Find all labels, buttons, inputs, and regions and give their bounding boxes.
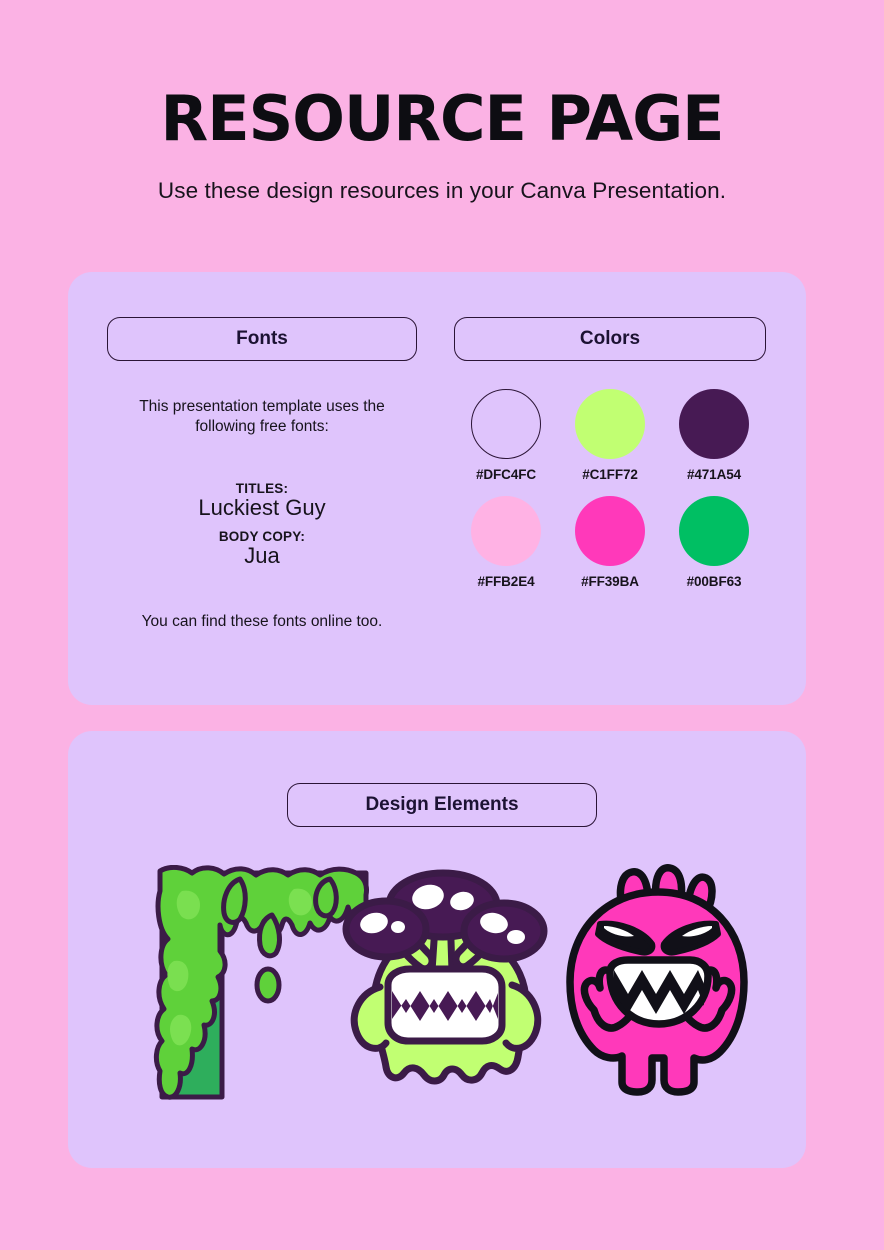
page-subtitle: Use these design resources in your Canva… xyxy=(157,178,727,203)
color-swatch-cell[interactable]: #DFC4FC xyxy=(454,389,558,482)
titles-font-label: TITLES: xyxy=(235,480,289,496)
fonts-intro-text: This presentation template uses the foll… xyxy=(139,398,385,435)
body-font-label: BODY COPY: xyxy=(218,529,306,545)
color-swatch-hex-label: #00BF63 xyxy=(686,574,742,589)
design-elements-heading-pill: Design Elements xyxy=(287,783,597,827)
fonts-section: Fonts This presentation template uses th… xyxy=(107,317,417,631)
color-swatch-circle xyxy=(679,496,749,566)
titles-font-value: Luckiest Guy xyxy=(198,494,326,520)
body-font-value: Jua xyxy=(244,543,280,569)
resources-card: Fonts This presentation template uses th… xyxy=(68,272,806,705)
color-swatch-cell[interactable]: #471A54 xyxy=(662,389,766,482)
color-swatch-hex-label: #471A54 xyxy=(686,467,742,482)
color-swatch-circle xyxy=(575,389,645,459)
color-swatch-cell[interactable]: #00BF63 xyxy=(662,496,766,589)
color-swatch-circle xyxy=(471,496,541,566)
body-font-group: BODY COPY: Jua xyxy=(107,529,417,569)
color-swatch-grid: #DFC4FC #C1FF72 #471A54 #FFB2E4 #FF39BA #00BF… xyxy=(454,389,766,589)
color-swatch-hex-label: #C1FF72 xyxy=(582,467,638,482)
color-swatch-circle xyxy=(471,389,541,459)
color-swatch-cell[interactable]: #C1FF72 xyxy=(558,389,662,482)
green-mushroom-monster[interactable] xyxy=(340,867,550,1102)
page-title: RESOURCE PAGE xyxy=(160,82,725,155)
titles-font-group: TITLES: Luckiest Guy xyxy=(107,481,417,521)
color-swatch-cell[interactable]: #FFB2E4 xyxy=(454,496,558,589)
design-elements-card: Design Elements xyxy=(68,731,806,1168)
colors-section: Colors #DFC4FC #C1FF72 #471A54 #FFB2E4 #FF39… xyxy=(454,317,766,589)
fonts-heading-pill: Fonts xyxy=(107,317,417,361)
color-swatch-cell[interactable]: #FF39BA xyxy=(558,496,662,589)
fonts-outro-text: You can find these fonts online too. xyxy=(141,612,383,630)
color-swatch-circle xyxy=(575,496,645,566)
pink-angry-monster[interactable] xyxy=(560,860,756,1105)
color-swatch-hex-label: #DFC4FC xyxy=(475,467,537,482)
color-swatch-hex-label: #FF39BA xyxy=(581,574,639,589)
color-swatch-hex-label: #FFB2E4 xyxy=(477,574,535,589)
color-swatch-circle xyxy=(679,389,749,459)
page-header: RESOURCE PAGE Use these design resources… xyxy=(0,0,884,204)
design-elements-row xyxy=(68,855,806,1105)
colors-heading-pill: Colors xyxy=(454,317,766,361)
